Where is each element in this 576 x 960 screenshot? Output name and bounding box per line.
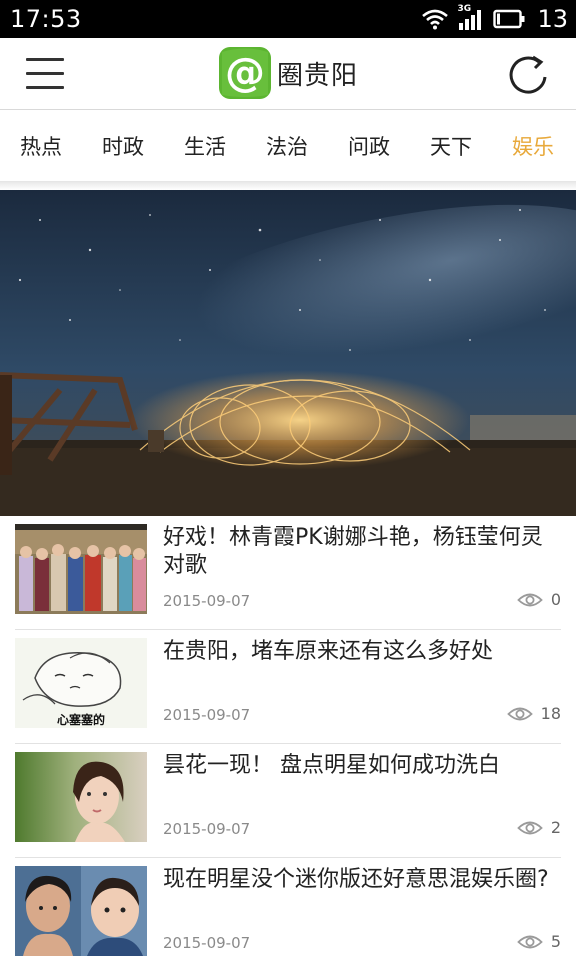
news-date: 2015-09-07: [163, 934, 251, 952]
news-list: 好戏！林青霞PK谢娜斗艳，杨钰莹何灵对歌 2015-09-07 0 心塞塞的 在…: [0, 516, 576, 960]
view-count: 0: [517, 590, 561, 609]
menu-button[interactable]: [26, 58, 64, 90]
brand-name: 圈贵阳: [277, 60, 359, 91]
list-item[interactable]: 现在明星没个迷你版还好意思混娱乐圈? 2015-09-07 5: [15, 858, 561, 960]
views-number: 5: [550, 932, 561, 951]
news-thumbnail: [15, 752, 147, 842]
status-icons: 3G 13: [421, 4, 568, 33]
category-tabs: 热点 时政 生活 法治 问政 天下 娱乐: [0, 110, 576, 182]
wifi-icon: [422, 9, 449, 30]
view-count: 2: [517, 818, 561, 837]
tab-entertainment[interactable]: 娱乐: [492, 131, 574, 161]
app-logo-icon: @: [219, 47, 271, 99]
refresh-button[interactable]: [506, 53, 550, 97]
battery-icon: [493, 9, 525, 29]
view-count: 5: [517, 932, 561, 951]
banner-image: [0, 190, 576, 516]
news-title: 现在明星没个迷你版还好意思混娱乐圈?: [163, 867, 549, 892]
battery-level: 13: [537, 5, 568, 33]
views-number: 2: [550, 818, 561, 837]
eye-icon: [517, 821, 543, 834]
news-thumbnail: [15, 524, 147, 614]
tab-inquiry[interactable]: 问政: [328, 131, 410, 161]
status-time: 17:53: [10, 5, 82, 33]
list-item[interactable]: 好戏！林青霞PK谢娜斗艳，杨钰莹何灵对歌 2015-09-07 0: [15, 516, 561, 630]
tab-life[interactable]: 生活: [164, 131, 246, 161]
news-thumbnail: [15, 866, 147, 956]
news-date: 2015-09-07: [163, 820, 251, 838]
menu-icon: [26, 58, 64, 89]
news-title: 在贵阳，堵车原来还有这么多好处: [163, 639, 494, 664]
news-date: 2015-09-07: [163, 706, 251, 724]
views-number: 0: [550, 590, 561, 609]
signal-icon: 3G: [457, 4, 485, 31]
news-title: 昙花一现！ 盘点明星如何成功洗白: [163, 753, 500, 778]
news-date: 2015-09-07: [163, 592, 251, 610]
eye-icon: [506, 707, 533, 720]
list-item[interactable]: 心塞塞的 在贵阳，堵车原来还有这么多好处 2015-09-07 18: [15, 630, 561, 744]
tab-world[interactable]: 天下: [410, 131, 492, 161]
news-title: 好戏！林青霞PK谢娜斗艳，杨钰莹何灵对歌: [163, 525, 543, 578]
thumb-caption: 心塞塞的: [57, 712, 105, 727]
tabs-divider: [0, 182, 576, 190]
tab-law[interactable]: 法治: [246, 131, 328, 161]
views-number: 18: [540, 704, 561, 723]
brand: @ 圈贵阳: [219, 47, 358, 99]
tab-politics[interactable]: 时政: [82, 131, 164, 161]
eye-icon: [517, 935, 543, 948]
app-header: @ 圈贵阳: [0, 38, 576, 110]
eye-icon: [517, 593, 543, 606]
logo-glyph: @: [225, 50, 265, 96]
list-item[interactable]: 昙花一现！ 盘点明星如何成功洗白 2015-09-07 2: [15, 744, 561, 858]
news-thumbnail: 心塞塞的: [15, 638, 147, 728]
status-bar: 17:53 3G 13: [0, 0, 576, 38]
refresh-icon: [509, 55, 547, 94]
banner-carousel[interactable]: @: [0, 190, 576, 516]
tab-hot[interactable]: 热点: [0, 131, 82, 161]
view-count: 18: [506, 704, 561, 723]
